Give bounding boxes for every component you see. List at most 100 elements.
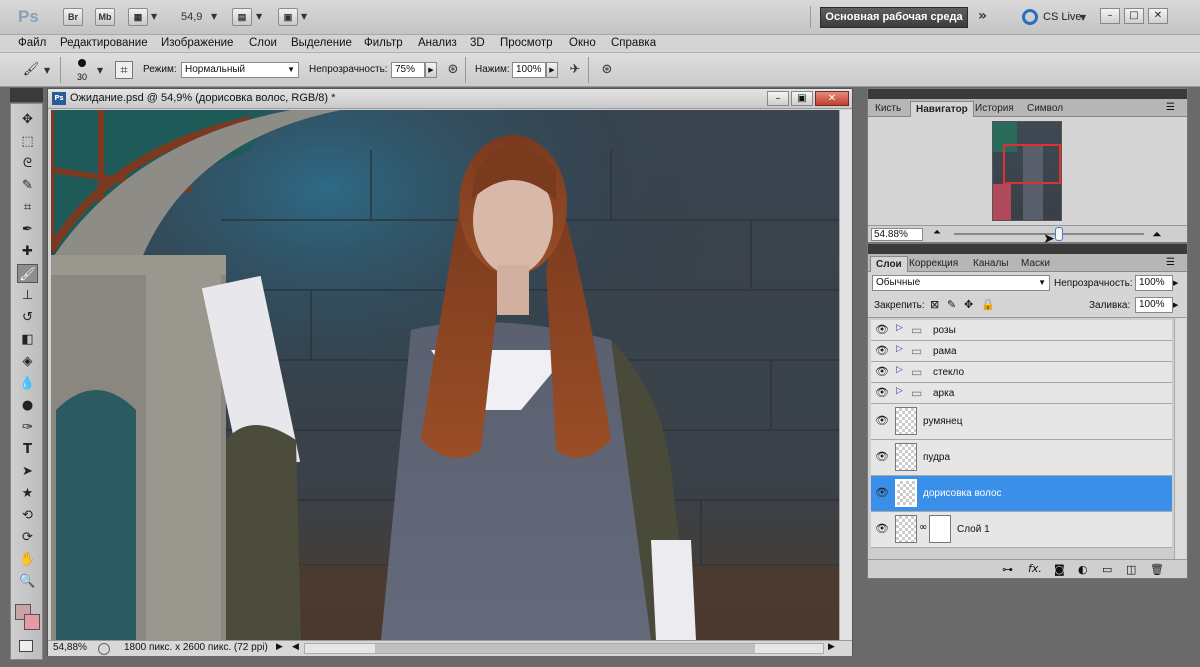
doc-close-button[interactable]: ✕ [815, 91, 849, 106]
layer-1[interactable]: 👁 ∞ Слой 1 [871, 512, 1172, 548]
scroll-left-icon[interactable]: ◀ [292, 642, 299, 652]
paint-bucket-tool-icon[interactable]: ◈ [17, 352, 38, 371]
menu-analysis[interactable]: Анализ [418, 37, 457, 49]
crop-tool-icon[interactable]: ⌗ [17, 198, 38, 217]
pressure-input[interactable]: 100% [512, 62, 546, 78]
panel-menu-icon[interactable]: ☰ [1166, 102, 1175, 113]
expand-triangle-icon[interactable]: ▷ [896, 386, 903, 396]
quick-mask-icon[interactable] [19, 640, 33, 652]
layer-group-arch[interactable]: 👁 ▷ ▭ арка [871, 383, 1172, 404]
brush-panel-toggle-icon[interactable]: ⌗ [115, 61, 133, 79]
fill-slider-button[interactable]: ▶ [1173, 297, 1183, 313]
lock-all-icon[interactable]: 🔒 [981, 298, 995, 311]
zoom-tool-icon[interactable]: 🔍 [17, 572, 38, 591]
cs-live-menu[interactable]: CS Live [1043, 11, 1082, 23]
toolbox-header[interactable] [10, 88, 43, 102]
document-tab[interactable]: Ps Ожидание.psd @ 54,9% (дорисовка волос… [48, 89, 852, 109]
layer-blush[interactable]: 👁 румянец [871, 404, 1172, 440]
workspace-switcher-button[interactable]: Основная рабочая среда [820, 7, 968, 28]
doc-minimize-button[interactable]: – [767, 91, 789, 106]
scroll-right-icon[interactable]: ▶ [828, 642, 835, 652]
tab-history[interactable]: История [970, 101, 1019, 117]
view-extras-button[interactable]: ▦ [128, 8, 148, 26]
tablet-size-icon[interactable]: ⊛ [598, 61, 616, 79]
horizontal-scroll-thumb[interactable] [375, 644, 755, 653]
layer-opacity-slider-button[interactable]: ▶ [1173, 275, 1183, 291]
healing-brush-tool-icon[interactable]: ✚ [17, 242, 38, 261]
hand-tool-icon[interactable]: ✋ [17, 550, 38, 569]
tab-brush[interactable]: Кисть [870, 101, 906, 117]
visibility-eye-icon[interactable]: 👁 [874, 522, 890, 538]
status-menu-arrow-icon[interactable]: ▶ [276, 642, 283, 652]
visibility-eye-icon[interactable]: 👁 [874, 386, 890, 402]
blur-tool-icon[interactable]: 💧 [17, 374, 38, 393]
pen-tool-icon[interactable]: ✑ [17, 418, 38, 437]
mini-bridge-button[interactable]: Mb [95, 8, 115, 26]
visibility-eye-icon[interactable]: 👁 [874, 365, 890, 381]
zoom-out-icon[interactable]: ⏶ [933, 227, 941, 238]
layer-hair-painting[interactable]: 👁 дорисовка волос [871, 476, 1172, 512]
chevron-down-icon[interactable]: ▼ [1080, 13, 1086, 22]
opacity-input[interactable]: 75% [391, 62, 425, 78]
panel-dock-strip[interactable] [868, 89, 1187, 99]
chevron-down-icon[interactable]: ▼ [301, 12, 307, 21]
maximize-button[interactable]: □ [1124, 8, 1144, 24]
expand-triangle-icon[interactable]: ▷ [896, 344, 903, 354]
menu-layers[interactable]: Слои [249, 37, 277, 49]
arrange-documents-button[interactable]: ▤ [232, 8, 252, 26]
tab-adjustments[interactable]: Коррекция [904, 256, 963, 272]
layer-mask-thumbnail[interactable] [929, 515, 951, 543]
vertical-scrollbar[interactable] [839, 110, 852, 640]
panel-menu-icon[interactable]: ☰ [1166, 257, 1175, 268]
zoom-in-icon[interactable]: ⏶ [1152, 227, 1162, 242]
lock-pixels-icon[interactable]: ✎ [947, 298, 956, 311]
chevron-down-icon[interactable]: ▼ [97, 66, 103, 75]
background-color-swatch[interactable] [24, 614, 40, 630]
menu-help[interactable]: Справка [611, 37, 656, 49]
layer-powder[interactable]: 👁 пудра [871, 440, 1172, 476]
tab-channels[interactable]: Каналы [968, 256, 1014, 272]
new-group-icon[interactable]: ▭ [1102, 563, 1112, 576]
chevron-down-icon[interactable]: ▼ [44, 66, 50, 75]
layers-scrollbar[interactable] [1174, 318, 1186, 559]
visibility-eye-icon[interactable]: 👁 [874, 323, 890, 339]
horizontal-scrollbar[interactable] [304, 643, 824, 654]
zoom-slider-thumb[interactable] [1054, 227, 1063, 241]
close-window-button[interactable]: ✕ [1148, 8, 1168, 24]
new-layer-icon[interactable]: ◫ [1126, 563, 1136, 576]
pressure-slider-button[interactable]: ▶ [546, 62, 558, 78]
history-brush-tool-icon[interactable]: ↺ [17, 308, 38, 327]
navigator-zoom-input[interactable]: 54.88% [871, 228, 923, 241]
layer-style-fx-icon[interactable]: fx. [1028, 562, 1042, 575]
zoom-status[interactable]: 54,88% [53, 642, 87, 653]
move-tool-icon[interactable]: ✥ [17, 110, 38, 129]
document-info-icon[interactable] [98, 643, 110, 655]
tab-navigator[interactable]: Навигатор [910, 101, 974, 117]
lock-position-icon[interactable]: ✥ [964, 298, 973, 311]
zoom-level-dropdown[interactable]: 54,9 [181, 11, 202, 23]
chain-link-icon[interactable]: ∞ [919, 522, 927, 533]
chevron-down-icon[interactable]: ▼ [151, 12, 157, 21]
blend-mode-select[interactable]: Нормальный ▼ [181, 62, 299, 78]
chevron-down-icon[interactable]: ▼ [211, 12, 217, 21]
panel-dock-strip[interactable] [868, 244, 1187, 254]
delete-layer-trash-icon[interactable]: 🗑 [1150, 563, 1164, 576]
layer-group-glass[interactable]: 👁 ▷ ▭ стекло [871, 362, 1172, 383]
navigator-view-box[interactable] [1003, 144, 1061, 184]
layer-group-roses[interactable]: 👁 ▷ ▭ розы [871, 320, 1172, 341]
expand-triangle-icon[interactable]: ▷ [896, 323, 903, 333]
menu-edit[interactable]: Редактирование [60, 37, 148, 49]
dodge-tool-icon[interactable]: ● [17, 396, 38, 415]
menu-view[interactable]: Просмотр [500, 37, 553, 49]
marquee-tool-icon[interactable]: ⬚ [17, 132, 38, 151]
opacity-slider-button[interactable]: ▶ [425, 62, 437, 78]
menu-file[interactable]: Файл [18, 37, 46, 49]
clone-stamp-tool-icon[interactable]: ⊥ [17, 286, 38, 305]
link-layers-icon[interactable]: ⊶ [1002, 563, 1013, 576]
eraser-tool-icon[interactable]: ◧ [17, 330, 38, 349]
screen-mode-button[interactable]: ▣ [278, 8, 298, 26]
menu-select[interactable]: Выделение [291, 37, 352, 49]
minimize-button[interactable]: – [1100, 8, 1120, 24]
visibility-eye-icon[interactable]: 👁 [874, 486, 890, 502]
adjustment-layer-icon[interactable]: ◐ [1078, 563, 1088, 576]
